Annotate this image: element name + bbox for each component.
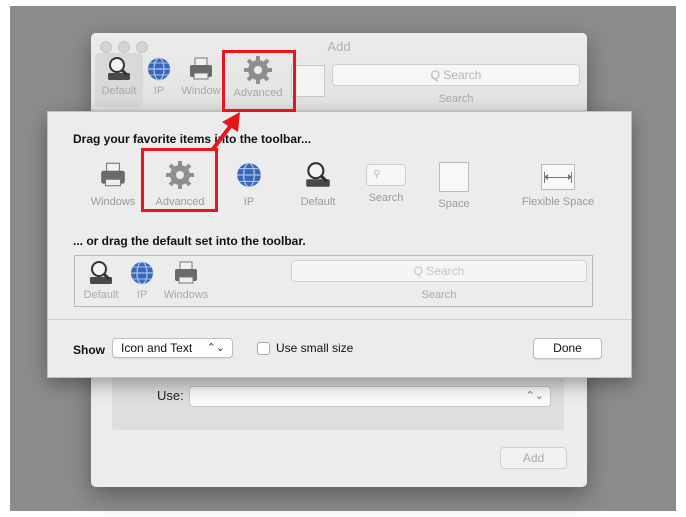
updown-caret-icon: ⌃⌄ [206, 342, 225, 354]
default-set-search-field: Q Search [291, 260, 587, 282]
use-select[interactable]: ⌃⌄ [189, 386, 551, 407]
add-button[interactable]: Add [500, 447, 567, 469]
palette-item-default[interactable]: Default [296, 160, 340, 208]
default-set-item-default: Default [79, 259, 123, 301]
magnifier-device-icon [108, 57, 130, 80]
use-label: Use: [157, 388, 184, 403]
default-set-search-label: Search [421, 289, 457, 301]
palette-item-ip[interactable]: IP [234, 160, 264, 208]
window-titlebar: Add Default IP Window Advanced Q Search … [91, 33, 587, 111]
palette-item-label: Windows [90, 196, 136, 208]
palette-item-flexible-space[interactable]: Flexible Space [518, 164, 598, 208]
customize-toolbar-sheet: Drag your favorite items into the toolba… [47, 111, 632, 378]
annotation-highlight-toolbar-advanced [222, 50, 296, 112]
search-field-icon: ⚲ [366, 164, 406, 186]
flexible-space-icon [541, 164, 575, 190]
sheet-divider [48, 319, 631, 320]
updown-caret-icon: ⌃⌄ [525, 390, 544, 402]
palette-item-label: Space [438, 198, 470, 210]
toolbar-item-label: IP [153, 85, 165, 97]
toolbar-item-label: Window [181, 85, 221, 97]
toolbar-item-ip[interactable]: IP [143, 55, 175, 97]
show-mode-select[interactable]: Icon and Text ⌃⌄ [112, 338, 233, 358]
show-label: Show [73, 343, 105, 357]
magnifier-device-icon [306, 162, 330, 187]
done-button[interactable]: Done [533, 338, 602, 359]
palette-item-label: Flexible Space [521, 196, 595, 208]
globe-icon [237, 162, 261, 188]
default-toolbar-set[interactable]: Default IP Windows Q Search Search [74, 255, 593, 307]
palette-item-label: IP [243, 196, 255, 208]
default-set-item-windows: Windows [161, 259, 211, 301]
default-set-label: Default [83, 289, 119, 301]
small-size-label: Use small size [276, 341, 354, 355]
printer-icon [190, 57, 212, 80]
magnifier-device-icon [90, 261, 112, 284]
palette-item-space[interactable]: Space [432, 162, 476, 210]
printer-icon [101, 162, 125, 187]
toolbar-item-label: Default [101, 85, 137, 97]
default-set-heading: ... or drag the default set into the too… [73, 234, 306, 248]
annotation-highlight-palette-advanced [141, 148, 218, 212]
palette-item-windows[interactable]: Windows [88, 160, 138, 208]
printer-icon [175, 261, 197, 284]
toolbar-item-window[interactable]: Window [179, 55, 223, 97]
palette-item-label: Search [368, 192, 404, 204]
palette-item-search[interactable]: ⚲ Search [364, 164, 408, 204]
globe-icon [148, 57, 170, 81]
globe-icon [131, 261, 153, 285]
default-set-label: Windows [163, 289, 209, 301]
window-title: Add [327, 39, 351, 54]
small-size-checkbox[interactable] [257, 342, 270, 355]
toolbar-item-default[interactable]: Default [97, 55, 141, 97]
default-set-label: IP [136, 289, 148, 301]
space-icon [439, 162, 469, 192]
search-field[interactable]: Q Search [332, 64, 580, 86]
search-label: Search [438, 93, 474, 105]
palette-item-label: Default [300, 196, 336, 208]
toolbar-space-placeholder [291, 65, 325, 97]
show-mode-value: Icon and Text [121, 341, 193, 355]
palette-heading: Drag your favorite items into the toolba… [73, 132, 312, 146]
default-set-item-ip: IP [127, 259, 157, 301]
